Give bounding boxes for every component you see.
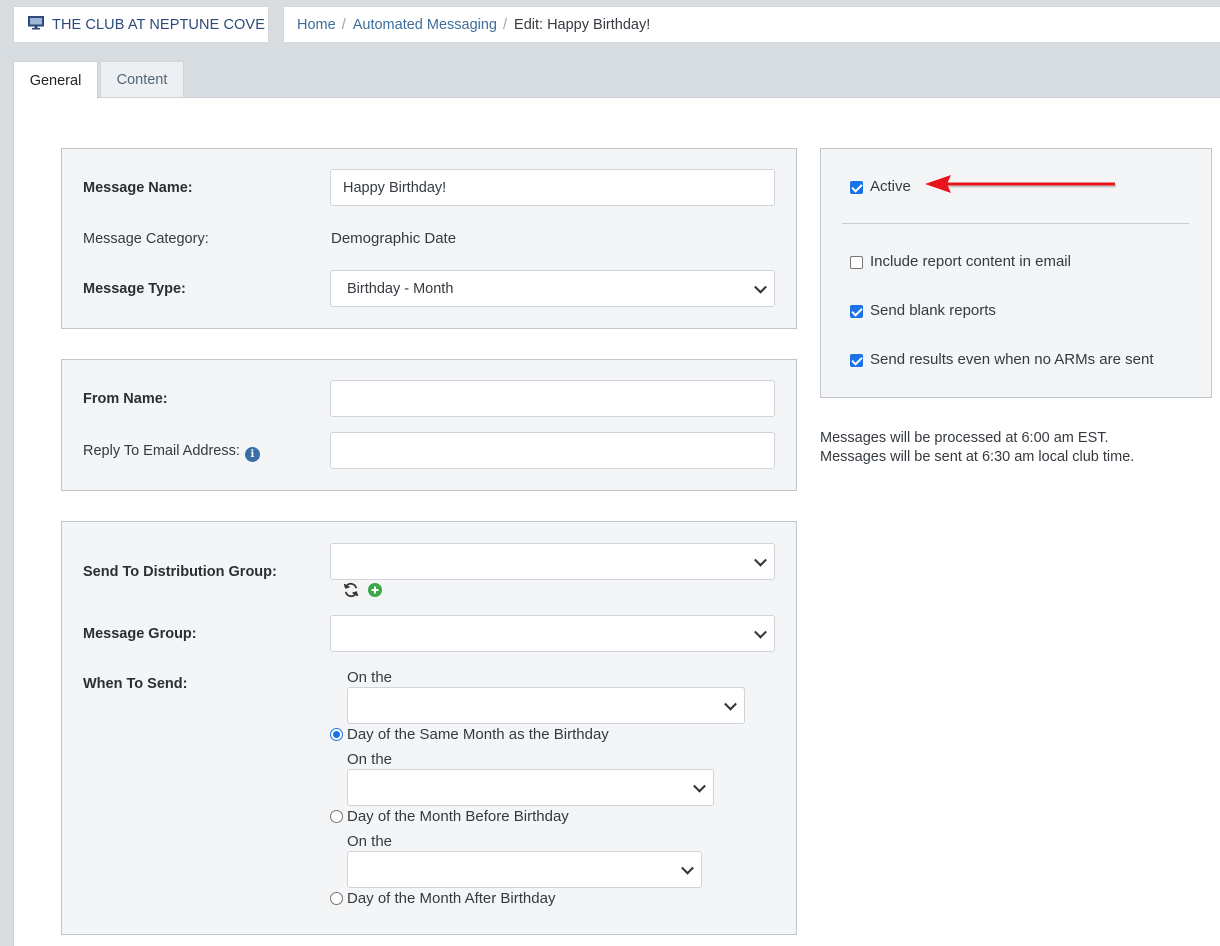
chevron-down-icon	[724, 697, 737, 711]
same-month-radio[interactable]	[330, 728, 343, 741]
info-icon[interactable]: i	[244, 447, 260, 462]
message-category-label: Message Category:	[83, 231, 209, 247]
breadcrumb-separator: /	[503, 16, 508, 33]
club-header[interactable]: THE CLUB AT NEPTUNE COVE	[13, 6, 269, 43]
processed-time-text: Messages will be processed at 6:00 am ES…	[820, 430, 1109, 446]
message-type-value: Birthday - Month	[347, 280, 454, 297]
month-before-radio[interactable]	[330, 810, 343, 823]
message-type-label: Message Type:	[83, 281, 186, 297]
on-the-label: On the	[347, 669, 393, 686]
on-the-label: On the	[347, 751, 393, 768]
distribution-card: Send To Distribution Group: Message Grou…	[61, 521, 797, 935]
chevron-down-icon	[693, 779, 706, 793]
message-group-select[interactable]	[330, 615, 775, 652]
reply-to-label: Reply To Email Address: i	[83, 443, 260, 462]
annotation-arrow-icon	[923, 171, 1119, 201]
chevron-down-icon	[754, 625, 767, 639]
from-name-label: From Name:	[83, 391, 168, 407]
month-before-radio-label[interactable]: Day of the Month Before Birthday	[347, 808, 569, 825]
reply-to-label-text: Reply To Email Address:	[83, 443, 240, 459]
breadcrumb-automated-messaging[interactable]: Automated Messaging	[353, 17, 497, 33]
month-before-day-select[interactable]	[347, 769, 714, 806]
same-month-day-select[interactable]	[347, 687, 745, 724]
month-after-radio[interactable]	[330, 892, 343, 905]
breadcrumb-home[interactable]: Home	[297, 17, 336, 33]
month-after-day-select[interactable]	[347, 851, 702, 888]
chevron-down-icon	[754, 280, 767, 294]
monitor-icon	[28, 15, 44, 34]
message-group-label: Message Group:	[83, 626, 197, 642]
active-label[interactable]: Active	[870, 178, 911, 195]
main-panel: Message Name: Happy Birthday! Message Ca…	[13, 97, 1220, 946]
include-report-checkbox[interactable]	[850, 256, 863, 269]
message-type-select[interactable]: Birthday - Month	[330, 270, 775, 307]
message-name-label: Message Name:	[83, 180, 193, 196]
tab-general[interactable]: General	[13, 61, 98, 99]
sender-card: From Name: Reply To Email Address: i	[61, 359, 797, 491]
same-month-radio-label[interactable]: Day of the Same Month as the Birthday	[347, 726, 609, 743]
distribution-group-select[interactable]	[330, 543, 775, 580]
chevron-down-icon	[681, 861, 694, 875]
breadcrumb: Home / Automated Messaging / Edit: Happy…	[283, 6, 1220, 43]
club-name: THE CLUB AT NEPTUNE COVE	[52, 16, 265, 33]
tab-content[interactable]: Content	[100, 61, 184, 98]
settings-card: Active Include report content in email S…	[820, 148, 1212, 398]
month-after-radio-label[interactable]: Day of the Month After Birthday	[347, 890, 555, 907]
from-name-input[interactable]	[330, 380, 775, 417]
send-blank-reports-checkbox[interactable]	[850, 305, 863, 318]
settings-divider	[842, 223, 1189, 224]
on-the-label: On the	[347, 833, 393, 850]
active-checkbox[interactable]	[850, 181, 863, 194]
breadcrumb-current: Edit: Happy Birthday!	[514, 16, 651, 33]
message-details-card: Message Name: Happy Birthday! Message Ca…	[61, 148, 797, 329]
add-circle-icon[interactable]	[368, 583, 382, 601]
send-blank-reports-label[interactable]: Send blank reports	[870, 302, 996, 319]
send-results-checkbox[interactable]	[850, 354, 863, 367]
send-results-label[interactable]: Send results even when no ARMs are sent	[870, 351, 1154, 368]
message-name-value: Happy Birthday!	[343, 179, 447, 196]
when-to-send-label: When To Send:	[83, 676, 188, 692]
distribution-group-label: Send To Distribution Group:	[83, 564, 277, 580]
refresh-icon[interactable]	[343, 582, 359, 602]
processing-note: Messages will be processed at 6:00 am ES…	[820, 429, 1134, 467]
include-report-label[interactable]: Include report content in email	[870, 253, 1071, 270]
breadcrumb-separator: /	[341, 16, 346, 33]
chevron-down-icon	[754, 553, 767, 567]
message-category-value: Demographic Date	[331, 230, 457, 247]
message-name-input[interactable]: Happy Birthday!	[330, 169, 775, 206]
sent-time-text: Messages will be sent at 6:30 am local c…	[820, 449, 1135, 465]
reply-to-email-input[interactable]	[330, 432, 775, 469]
